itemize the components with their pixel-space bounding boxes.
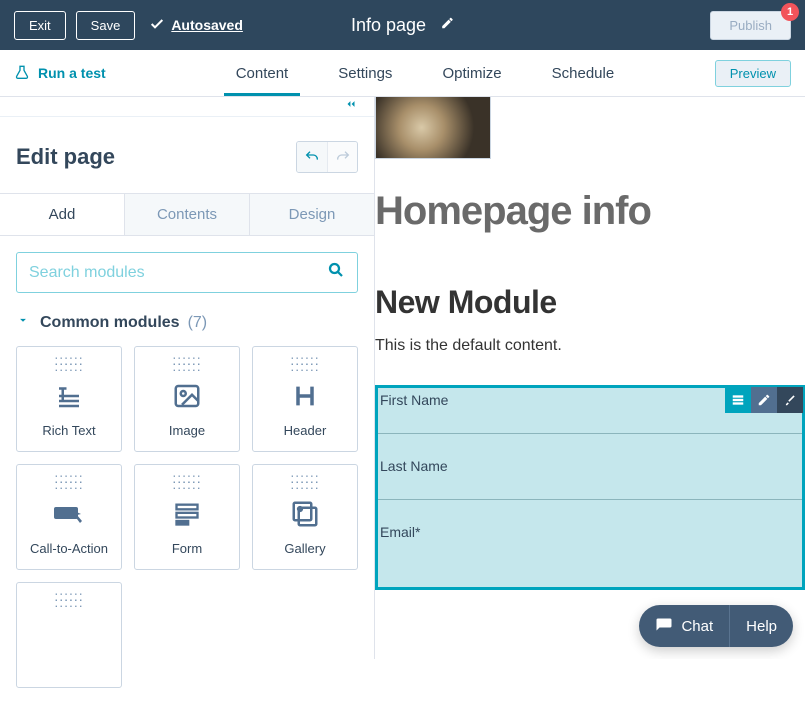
page-title: Info page bbox=[351, 15, 426, 36]
tab-schedule[interactable]: Schedule bbox=[552, 53, 615, 94]
module-toolbar bbox=[725, 387, 803, 413]
help-button[interactable]: Help bbox=[729, 605, 793, 647]
main: Edit page Add Contents Design bbox=[0, 97, 805, 659]
grip-icon: :::::::::::: bbox=[172, 357, 201, 367]
pencil-icon bbox=[757, 393, 771, 407]
gallery-icon bbox=[290, 491, 320, 537]
check-icon bbox=[149, 16, 165, 35]
chat-icon bbox=[655, 617, 673, 635]
tab-content[interactable]: Content bbox=[236, 53, 289, 94]
panel-tab-design[interactable]: Design bbox=[249, 194, 374, 235]
grip-icon: :::::::::::: bbox=[54, 357, 83, 367]
field-last-name-label: Last Name bbox=[378, 454, 802, 476]
section-count: (7) bbox=[188, 314, 208, 332]
module-label: Call-to-Action bbox=[30, 541, 108, 556]
autosaved-status[interactable]: Autosaved bbox=[149, 16, 243, 35]
chat-label: Chat bbox=[681, 618, 713, 635]
chat-button[interactable]: Chat bbox=[639, 605, 729, 647]
module-extra[interactable]: :::::::::::: bbox=[16, 582, 122, 688]
module-tool-style[interactable] bbox=[777, 387, 803, 413]
page-title-wrap: Info page bbox=[351, 15, 454, 36]
publish-wrap: Publish 1 bbox=[710, 11, 791, 40]
module-cta[interactable]: :::::::::::: Call-to-Action bbox=[16, 464, 122, 570]
publish-badge: 1 bbox=[781, 3, 799, 21]
save-button[interactable]: Save bbox=[76, 11, 136, 40]
brush-icon bbox=[783, 393, 797, 407]
grip-icon: :::::::::::: bbox=[290, 475, 319, 485]
module-label: Form bbox=[172, 541, 202, 556]
flask-icon bbox=[14, 65, 30, 81]
canvas-inner: Homepage info New Module This is the def… bbox=[375, 97, 805, 590]
section-name: Common modules bbox=[40, 314, 180, 332]
edit-title-icon[interactable] bbox=[440, 16, 454, 35]
panel-tab-add[interactable]: Add bbox=[0, 194, 124, 235]
canvas-paragraph[interactable]: This is the default content. bbox=[375, 337, 805, 355]
edit-header: Edit page bbox=[0, 117, 374, 193]
field-last-name-input[interactable] bbox=[378, 476, 802, 500]
header-icon bbox=[291, 373, 319, 419]
tab-optimize[interactable]: Optimize bbox=[442, 53, 501, 94]
chevron-down-icon bbox=[16, 313, 30, 332]
module-label: Rich Text bbox=[42, 423, 95, 438]
autosaved-label: Autosaved bbox=[171, 17, 243, 33]
cta-icon bbox=[52, 491, 86, 537]
field-first-name-input[interactable] bbox=[378, 410, 802, 434]
module-form[interactable]: :::::::::::: Form bbox=[134, 464, 240, 570]
collapse-bar bbox=[0, 97, 374, 117]
panel-tabs: Add Contents Design bbox=[0, 193, 374, 236]
search-icon[interactable] bbox=[327, 261, 345, 284]
tab-settings[interactable]: Settings bbox=[338, 53, 392, 94]
exit-button[interactable]: Exit bbox=[14, 11, 66, 40]
grip-icon: :::::::::::: bbox=[54, 593, 83, 603]
grip-icon: :::::::::::: bbox=[172, 475, 201, 485]
layout-icon bbox=[731, 393, 745, 407]
undo-icon bbox=[304, 149, 320, 165]
rich-text-icon bbox=[54, 373, 84, 419]
nav-bar: Run a test Content Settings Optimize Sch… bbox=[0, 50, 805, 97]
section-head[interactable]: Common modules (7) bbox=[0, 309, 374, 346]
grip-icon: :::::::::::: bbox=[54, 475, 83, 485]
edit-page-title: Edit page bbox=[16, 144, 115, 170]
canvas-h1[interactable]: Homepage info bbox=[375, 189, 805, 234]
chat-dock: Chat Help bbox=[639, 605, 793, 647]
sidebar: Edit page Add Contents Design bbox=[0, 97, 375, 659]
module-label: Header bbox=[284, 423, 327, 438]
canvas-image[interactable] bbox=[375, 97, 491, 159]
module-tool-layout[interactable] bbox=[725, 387, 751, 413]
module-label: Image bbox=[169, 423, 205, 438]
run-test-button[interactable]: Run a test bbox=[14, 65, 106, 81]
help-label: Help bbox=[746, 618, 777, 635]
module-label: Gallery bbox=[284, 541, 325, 556]
grip-icon: :::::::::::: bbox=[290, 357, 319, 367]
collapse-icon[interactable] bbox=[342, 97, 360, 116]
publish-button[interactable]: Publish bbox=[710, 11, 791, 40]
module-tool-edit[interactable] bbox=[751, 387, 777, 413]
run-test-label: Run a test bbox=[38, 65, 106, 81]
module-gallery[interactable]: :::::::::::: Gallery bbox=[252, 464, 358, 570]
undo-button[interactable] bbox=[297, 142, 327, 172]
panel-tab-contents[interactable]: Contents bbox=[124, 194, 249, 235]
redo-icon bbox=[335, 149, 351, 165]
preview-button[interactable]: Preview bbox=[715, 60, 791, 87]
image-icon bbox=[172, 373, 202, 419]
canvas: Homepage info New Module This is the def… bbox=[375, 97, 805, 659]
search-wrap bbox=[0, 236, 374, 309]
nav-tabs: Content Settings Optimize Schedule bbox=[236, 53, 615, 94]
redo-button[interactable] bbox=[327, 142, 357, 172]
undo-redo bbox=[296, 141, 358, 173]
search-input[interactable] bbox=[29, 264, 327, 282]
form-icon bbox=[173, 491, 201, 537]
field-email-input[interactable] bbox=[378, 542, 802, 566]
top-bar: Exit Save Autosaved Info page Publish 1 bbox=[0, 0, 805, 50]
module-rich-text[interactable]: :::::::::::: Rich Text bbox=[16, 346, 122, 452]
canvas-h2[interactable]: New Module bbox=[375, 284, 805, 321]
form-module-selected[interactable]: First Name Last Name Email* bbox=[375, 385, 805, 590]
field-email-label: Email* bbox=[378, 520, 802, 542]
module-grid: :::::::::::: Rich Text :::::::::::: Imag… bbox=[0, 346, 374, 704]
module-header[interactable]: :::::::::::: Header bbox=[252, 346, 358, 452]
search-box[interactable] bbox=[16, 252, 358, 293]
module-image[interactable]: :::::::::::: Image bbox=[134, 346, 240, 452]
